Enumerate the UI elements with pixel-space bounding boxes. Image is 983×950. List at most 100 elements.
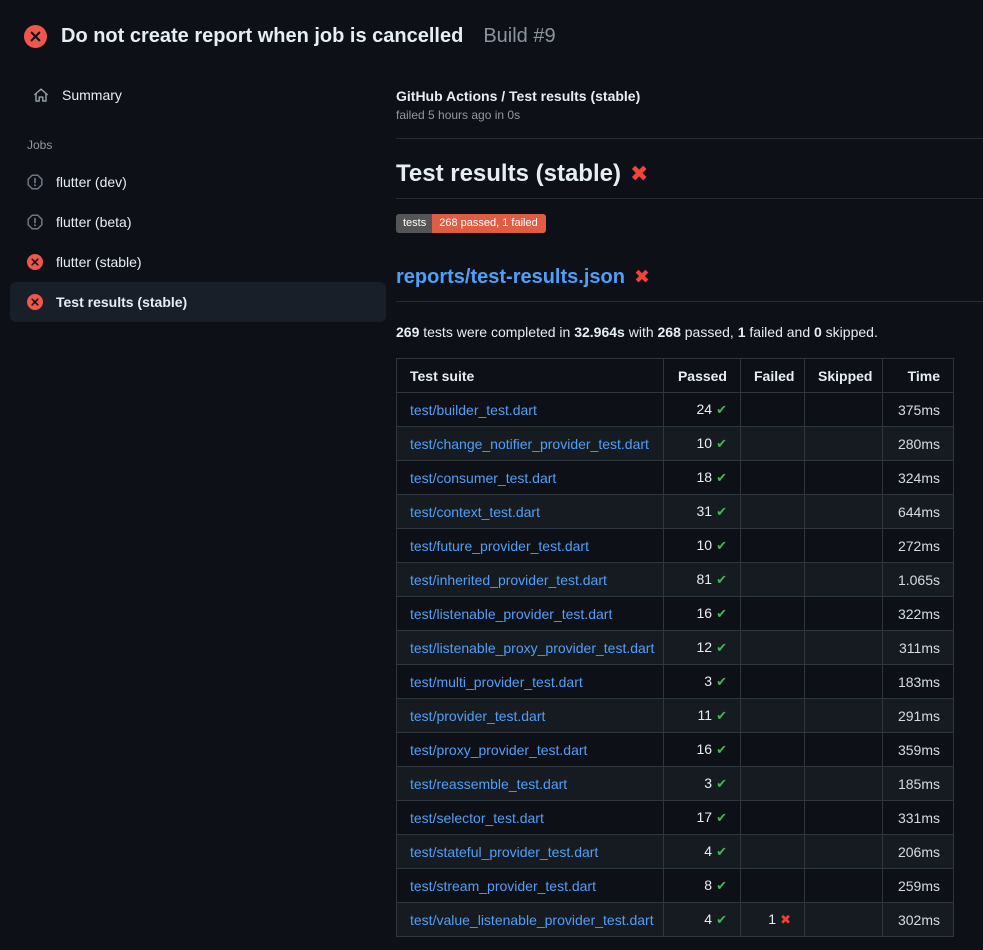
test-suite-link[interactable]: test/consumer_test.dart — [410, 470, 556, 486]
test-suite-link[interactable]: test/listenable_provider_test.dart — [410, 606, 612, 622]
col-skipped: Skipped — [805, 359, 883, 393]
test-suite-link[interactable]: test/future_provider_test.dart — [410, 538, 589, 554]
sidebar-item-flutter-stable[interactable]: flutter (stable) — [10, 242, 386, 282]
test-suite-link[interactable]: test/reassemble_test.dart — [410, 776, 567, 792]
test-suite-link[interactable]: test/listenable_proxy_provider_test.dart — [410, 640, 654, 656]
passed-count: 18 — [697, 469, 713, 485]
table-row: test/stateful_provider_test.dart 4✔ 206m… — [397, 835, 954, 869]
skipped-cell — [805, 903, 883, 937]
divider — [396, 138, 983, 139]
time-value: 272ms — [883, 529, 954, 563]
home-icon — [33, 87, 49, 103]
time-value: 644ms — [883, 495, 954, 529]
col-test-suite: Test suite — [397, 359, 664, 393]
skipped-cell — [805, 427, 883, 461]
time-value: 185ms — [883, 767, 954, 801]
badge-value: 268 passed, 1 failed — [432, 214, 545, 233]
table-row: test/stream_provider_test.dart 8✔ 259ms — [397, 869, 954, 903]
sidebar-job-label: flutter (stable) — [56, 254, 142, 270]
passed-count: 4 — [704, 911, 712, 927]
check-icon: ✔ — [716, 538, 727, 553]
passed-count: 10 — [697, 537, 713, 553]
time-value: 302ms — [883, 903, 954, 937]
test-suite-link[interactable]: test/change_notifier_provider_test.dart — [410, 436, 649, 452]
check-icon: ✔ — [716, 776, 727, 791]
failed-cell — [741, 733, 805, 767]
build-number: Build #9 — [483, 25, 555, 48]
time-value: 259ms — [883, 869, 954, 903]
time-value: 311ms — [883, 631, 954, 665]
sidebar-job-label: flutter (beta) — [56, 214, 131, 230]
check-icon: ✔ — [716, 912, 727, 927]
time-value: 1.065s — [883, 563, 954, 597]
cross-mark-icon: ✖ — [630, 161, 648, 186]
time-value: 280ms — [883, 427, 954, 461]
sidebar-item-flutter-beta[interactable]: flutter (beta) — [10, 202, 386, 242]
failed-cell — [741, 699, 805, 733]
report-link[interactable]: reports/test-results.json — [396, 266, 625, 288]
table-row: test/consumer_test.dart 18✔ 324ms — [397, 461, 954, 495]
check-icon: ✔ — [716, 640, 727, 655]
test-suite-link[interactable]: test/stream_provider_test.dart — [410, 878, 596, 894]
test-suite-link[interactable]: test/context_test.dart — [410, 504, 540, 520]
summary-line: 269 tests were completed in 32.964s with… — [396, 324, 983, 340]
jobs-section-label: Jobs — [27, 138, 396, 152]
col-time: Time — [883, 359, 954, 393]
sidebar-summary-label: Summary — [62, 87, 122, 103]
test-suite-link[interactable]: test/inherited_provider_test.dart — [410, 572, 607, 588]
check-icon: ✔ — [716, 470, 727, 485]
stop-icon — [27, 214, 43, 230]
failed-cell — [741, 563, 805, 597]
failed-cell — [741, 495, 805, 529]
passed-count: 10 — [697, 435, 713, 451]
test-suite-link[interactable]: test/selector_test.dart — [410, 810, 544, 826]
time-value: 291ms — [883, 699, 954, 733]
check-icon: ✔ — [716, 878, 727, 893]
table-row: test/provider_test.dart 11✔ 291ms — [397, 699, 954, 733]
passed-count: 4 — [704, 843, 712, 859]
skipped-cell — [805, 563, 883, 597]
failed-cell — [741, 665, 805, 699]
table-row: test/inherited_provider_test.dart 81✔ 1.… — [397, 563, 954, 597]
passed-count: 81 — [697, 571, 713, 587]
time-value: 331ms — [883, 801, 954, 835]
test-suite-link[interactable]: test/value_listenable_provider_test.dart — [410, 912, 654, 928]
table-row: test/future_provider_test.dart 10✔ 272ms — [397, 529, 954, 563]
check-icon: ✔ — [716, 674, 727, 689]
test-suite-link[interactable]: test/multi_provider_test.dart — [410, 674, 583, 690]
test-suite-link[interactable]: test/provider_test.dart — [410, 708, 545, 724]
failed-cell — [741, 631, 805, 665]
table-row: test/value_listenable_provider_test.dart… — [397, 903, 954, 937]
skipped-cell — [805, 869, 883, 903]
test-suite-link[interactable]: test/stateful_provider_test.dart — [410, 844, 598, 860]
status-line: failed 5 hours ago in 0s — [396, 108, 983, 122]
table-row: test/builder_test.dart 24✔ 375ms — [397, 393, 954, 427]
time-value: 206ms — [883, 835, 954, 869]
failed-cell — [741, 835, 805, 869]
stop-icon — [27, 174, 43, 190]
sidebar-job-label: flutter (dev) — [56, 174, 127, 190]
test-suite-link[interactable]: test/builder_test.dart — [410, 402, 537, 418]
skipped-cell — [805, 835, 883, 869]
table-row: test/multi_provider_test.dart 3✔ 183ms — [397, 665, 954, 699]
passed-count: 3 — [704, 775, 712, 791]
time-value: 359ms — [883, 733, 954, 767]
failed-cell — [741, 869, 805, 903]
sidebar-item-flutter-dev[interactable]: flutter (dev) — [10, 162, 386, 202]
check-icon: ✔ — [716, 810, 727, 825]
cross-mark-icon: ✖ — [634, 267, 650, 288]
table-row: test/selector_test.dart 17✔ 331ms — [397, 801, 954, 835]
test-suite-link[interactable]: test/proxy_provider_test.dart — [410, 742, 587, 758]
sidebar-item-summary[interactable]: Summary — [0, 80, 396, 110]
check-icon: ✔ — [716, 708, 727, 723]
sidebar: Summary Jobs flutter (dev) flutter (beta… — [0, 56, 396, 322]
table-row: test/listenable_provider_test.dart 16✔ 3… — [397, 597, 954, 631]
check-icon: ✔ — [716, 742, 727, 757]
run-header: Do not create report when job is cancell… — [0, 0, 983, 56]
check-icon: ✔ — [716, 504, 727, 519]
table-header-row: Test suite Passed Failed Skipped Time — [397, 359, 954, 393]
skipped-cell — [805, 495, 883, 529]
skipped-cell — [805, 801, 883, 835]
passed-count: 31 — [697, 503, 713, 519]
sidebar-item-test-results-stable[interactable]: Test results (stable) — [10, 282, 386, 322]
